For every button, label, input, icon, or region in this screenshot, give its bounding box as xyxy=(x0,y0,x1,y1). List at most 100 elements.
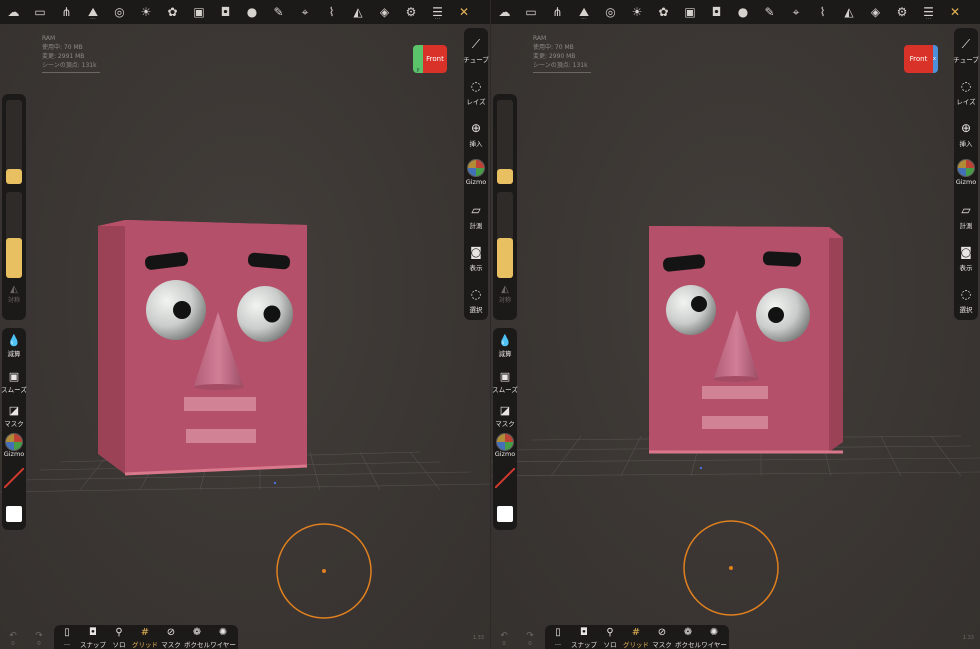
decimate-icon: 💧 xyxy=(498,333,512,347)
view-cube-side-face[interactable]: y xyxy=(413,45,423,73)
image-icon[interactable]: ▣ xyxy=(677,0,703,24)
cloud-icon[interactable]: ☁ xyxy=(492,0,518,24)
symmetry-button[interactable]: ◭ 対称 xyxy=(493,284,517,304)
gizmo-label: Gizmo xyxy=(494,450,516,458)
material-sphere-icon[interactable]: ● xyxy=(239,0,265,24)
tool-view[interactable]: ◙ 表示 xyxy=(464,242,488,282)
folder-icon[interactable]: ▭ xyxy=(518,0,544,24)
settings-icon[interactable]: ⚙ xyxy=(889,0,915,24)
triangle-icon[interactable]: ◭ xyxy=(345,0,371,24)
triangle-icon[interactable]: ◭ xyxy=(836,0,862,24)
symmetry-button[interactable]: ◭ 対称 xyxy=(2,284,26,304)
cloud-icon[interactable]: ☁ xyxy=(1,0,27,24)
tools-icon[interactable]: ✕ xyxy=(451,0,477,24)
smear-icon[interactable]: ⌇ xyxy=(319,0,345,24)
viewport-scene[interactable] xyxy=(0,0,490,649)
wireframe-sphere-icon[interactable]: ◎ xyxy=(598,0,624,24)
smooth-label: スムーズ xyxy=(492,386,518,394)
redo-button[interactable]: ↷ 0 xyxy=(32,631,46,647)
tool-gizmo[interactable]: Gizmo xyxy=(464,158,488,198)
tool-measure[interactable]: ▱ 計測 xyxy=(954,200,978,240)
redo-button[interactable]: ↷ 0 xyxy=(523,631,537,647)
material-sphere-icon[interactable]: ● xyxy=(730,0,756,24)
tube-icon: ⟋ xyxy=(961,36,971,51)
tool-view[interactable]: ◙ 表示 xyxy=(954,242,978,282)
layers-icon[interactable]: ◈ xyxy=(863,0,889,24)
light-icon[interactable]: ☀ xyxy=(624,0,650,24)
tool-insert[interactable]: ⊕ 挿入 xyxy=(954,118,978,158)
view-cube[interactable]: y Front xyxy=(413,45,447,73)
stats-change: 変更: 2990 MB xyxy=(533,53,576,60)
measure-icon: ▱ xyxy=(961,203,971,217)
tool-measure[interactable]: ▱ 計測 xyxy=(464,200,488,240)
insert-label: 挿入 xyxy=(469,140,483,148)
layers-icon[interactable]: ◈ xyxy=(372,0,398,24)
tool-gizmo[interactable]: Gizmo xyxy=(2,433,26,458)
stroke-color-swatch[interactable] xyxy=(4,468,24,488)
radius-slider[interactable] xyxy=(497,100,513,184)
tool-lathe[interactable]: ◌ レイズ xyxy=(954,76,978,116)
mask-icon: ◪ xyxy=(8,403,20,417)
view-cube-front-face[interactable]: Front xyxy=(904,45,933,73)
select-label: 選択 xyxy=(469,306,483,314)
symmetry-icon: ◭ xyxy=(501,284,509,295)
bottom-wireframe-button[interactable]: ✺ ワイヤー xyxy=(701,625,727,649)
view-cube-front-face[interactable]: Front xyxy=(423,45,447,73)
tool-insert[interactable]: ⊕ 挿入 xyxy=(464,118,488,158)
viewport-left[interactable]: ☁ ▭ ⋔ ⛰ ··· ◎ ☀ ✿ ▣ ◘ ● ✎ ⌖ ⌇ ◭ ◈ ⚙ ☰ ··· ✕ RAM 使用中: 70 MB … xyxy=(0,0,490,649)
scene-tree-icon[interactable]: ⋔ xyxy=(545,0,571,24)
brush-icon[interactable]: ✎ xyxy=(757,0,783,24)
undo-button[interactable]: ↶ 0 xyxy=(6,631,20,647)
mask-label: マスク xyxy=(4,420,24,428)
folder-icon[interactable]: ▭ xyxy=(27,0,53,24)
wireframe-sphere-icon[interactable]: ◎ xyxy=(107,0,133,24)
palette-icon[interactable]: ✿ xyxy=(160,0,186,24)
tool-smooth[interactable]: ▣ スムーズ xyxy=(492,368,518,395)
mask-label: マスク xyxy=(495,420,515,428)
view-cube[interactable]: Front x xyxy=(904,45,938,73)
intensity-slider[interactable] xyxy=(6,192,22,278)
tool-decimate[interactable]: 💧 減算 xyxy=(2,332,26,359)
settings-icon[interactable]: ⚙ xyxy=(398,0,424,24)
tool-gizmo[interactable]: Gizmo xyxy=(954,158,978,198)
tool-select[interactable]: ◌ 選択 xyxy=(464,284,488,324)
tool-decimate[interactable]: 💧 減算 xyxy=(493,332,517,359)
tool-tube[interactable]: ⟋ チューブ xyxy=(953,34,979,74)
sliders-icon[interactable]: ☰ ··· xyxy=(425,0,451,24)
scene-tree-icon[interactable]: ⋔ xyxy=(54,0,80,24)
sliders-icon[interactable]: ☰ ··· xyxy=(916,0,942,24)
palette-icon[interactable]: ✿ xyxy=(651,0,677,24)
tools-icon[interactable]: ✕ xyxy=(942,0,968,24)
tool-smooth[interactable]: ▣ スムーズ xyxy=(1,368,27,395)
mountain-icon[interactable]: ⛰ ··· xyxy=(571,0,597,24)
material-color-swatch[interactable] xyxy=(497,506,513,522)
brush-icon[interactable]: ✎ xyxy=(266,0,292,24)
material-color-swatch[interactable] xyxy=(6,506,22,522)
bottom-wireframe-button[interactable]: ✺ ワイヤー xyxy=(210,625,236,649)
box-side xyxy=(98,220,125,474)
tool-mask[interactable]: ◪ マスク xyxy=(493,402,517,429)
eye-left xyxy=(666,285,716,335)
tool-select[interactable]: ◌ 選択 xyxy=(954,284,978,324)
viewport-right[interactable]: ☁ ▭ ⋔ ⛰ ··· ◎ ☀ ✿ ▣ ◘ ● ✎ ⌖ ⌇ ◭ ◈ ⚙ ☰ ··· ✕ RAM 使用中: 70 MB … xyxy=(490,0,980,649)
undo-button[interactable]: ↶ 0 xyxy=(497,631,511,647)
light-icon[interactable]: ☀ xyxy=(133,0,159,24)
mountain-icon[interactable]: ⛰ ··· xyxy=(80,0,106,24)
tool-lathe[interactable]: ◌ レイズ xyxy=(464,76,488,116)
dropper-icon[interactable]: ⌖ xyxy=(783,0,809,24)
tool-tube[interactable]: ⟋ チューブ xyxy=(463,34,489,74)
camera-icon[interactable]: ◘ xyxy=(704,0,730,24)
tool-gizmo[interactable]: Gizmo xyxy=(493,433,517,458)
mouth-bottom xyxy=(186,429,256,443)
smear-icon[interactable]: ⌇ xyxy=(810,0,836,24)
stroke-color-swatch[interactable] xyxy=(495,468,515,488)
lathe-label: レイズ xyxy=(466,98,486,106)
dropper-icon[interactable]: ⌖ xyxy=(292,0,318,24)
viewport-scene[interactable] xyxy=(491,0,980,649)
image-icon[interactable]: ▣ xyxy=(186,0,212,24)
radius-slider[interactable] xyxy=(6,100,22,184)
camera-icon[interactable]: ◘ xyxy=(213,0,239,24)
tool-mask[interactable]: ◪ マスク xyxy=(2,402,26,429)
intensity-slider[interactable] xyxy=(497,192,513,278)
view-cube-side-face[interactable]: x xyxy=(933,45,938,73)
